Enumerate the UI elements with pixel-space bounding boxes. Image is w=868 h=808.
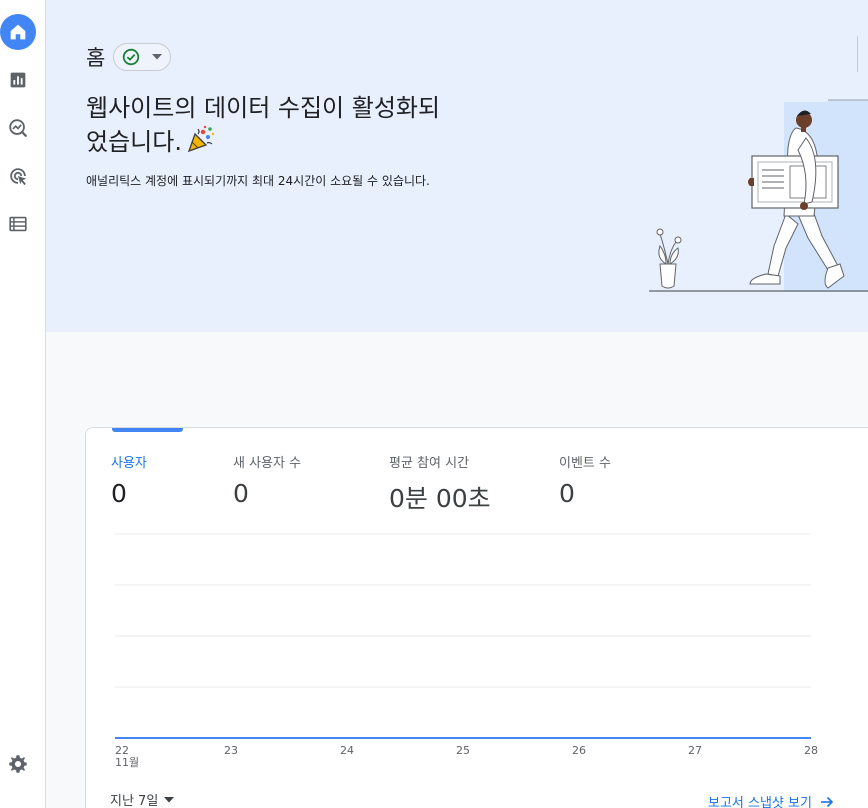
advertising-nav-button[interactable] — [0, 158, 36, 194]
metrics-card: 사용자 0 새 사용자 수 0 평균 참여 시간 0분 00초 이벤트 수 0 … — [85, 427, 868, 808]
bar-chart-icon — [10, 72, 26, 88]
list-icon — [9, 216, 27, 232]
chart-x-tick-label: 28 — [804, 744, 818, 757]
page-title: 홈 — [86, 46, 106, 70]
welcome-heading-line1: 웹사이트의 데이터 수집이 활성화되 — [86, 94, 441, 122]
welcome-subtitle: 애널리틱스 계정에 표시되기까지 최대 24시간이 소요될 수 있습니다. — [86, 174, 430, 188]
chart-x-tick-label: 26 — [572, 744, 586, 757]
metric-label: 이벤트 수 — [559, 456, 611, 471]
reports-nav-button[interactable] — [0, 62, 36, 98]
metric-value: 0 — [111, 479, 127, 508]
home-icon — [10, 24, 26, 40]
chart-x-tick-label: 25 — [456, 744, 470, 757]
metric-label: 평균 참여 시간 — [389, 456, 470, 471]
chevron-down-icon — [152, 54, 163, 60]
party-popper-icon — [186, 124, 216, 162]
page-header: 홈 — [86, 42, 172, 72]
metric-tab-avg-engagement-time[interactable]: 평균 참여 시간 0분 00초 — [389, 452, 491, 515]
chart-month-label: 11월 — [115, 756, 139, 768]
metric-tab-users[interactable]: 사용자 0 — [111, 452, 147, 508]
chart-x-tick-label: 23 — [224, 744, 238, 757]
check-circle-icon — [123, 48, 140, 66]
date-range-label: 지난 7일 — [110, 794, 159, 808]
metric-tab-new-users[interactable]: 새 사용자 수 0 — [233, 452, 301, 508]
metric-value: 0분 00초 — [389, 484, 491, 513]
nav-rail — [0, 0, 46, 808]
active-tab-indicator — [112, 428, 183, 432]
metric-value: 0 — [559, 479, 575, 508]
arrow-right-icon — [820, 796, 834, 807]
metric-tab-event-count[interactable]: 이벤트 수 0 — [559, 452, 611, 508]
configure-nav-button[interactable] — [0, 206, 36, 242]
explore-icon — [9, 119, 27, 137]
view-report-snapshot-link[interactable]: 보고서 스냅샷 보기 — [708, 792, 834, 808]
welcome-heading-line2-row: 었습니다. — [86, 124, 486, 162]
chart-x-tick-label: 24 — [340, 744, 354, 757]
header-divider — [857, 36, 858, 72]
metric-label: 사용자 — [111, 456, 147, 471]
admin-settings-button[interactable] — [0, 746, 36, 782]
chart-x-tick-label: 27 — [688, 744, 702, 757]
data-collection-status-chip[interactable] — [113, 43, 172, 71]
metric-value: 0 — [233, 479, 249, 508]
target-cursor-icon — [10, 168, 27, 186]
date-range-selector[interactable]: 지난 7일 — [110, 790, 175, 808]
chevron-down-icon — [164, 796, 175, 802]
view-report-snapshot-label: 보고서 스냅샷 보기 — [708, 796, 812, 808]
explore-nav-button[interactable] — [0, 110, 36, 146]
metric-label: 새 사용자 수 — [233, 456, 302, 471]
gear-icon — [9, 755, 27, 773]
home-nav-button[interactable] — [0, 14, 36, 50]
person-carrying-chart-illustration — [649, 99, 868, 292]
users-line-chart: 22 23 24 25 26 27 2811월 — [115, 533, 818, 768]
welcome-banner: 홈 웹사이트의 데이터 수집이 활성화되 었습니다. 애널리틱스 계정에 표시되… — [46, 0, 868, 332]
welcome-heading-line2: 었습니다. — [86, 128, 182, 156]
welcome-heading: 웹사이트의 데이터 수집이 활성화되 었습니다. — [86, 92, 486, 162]
